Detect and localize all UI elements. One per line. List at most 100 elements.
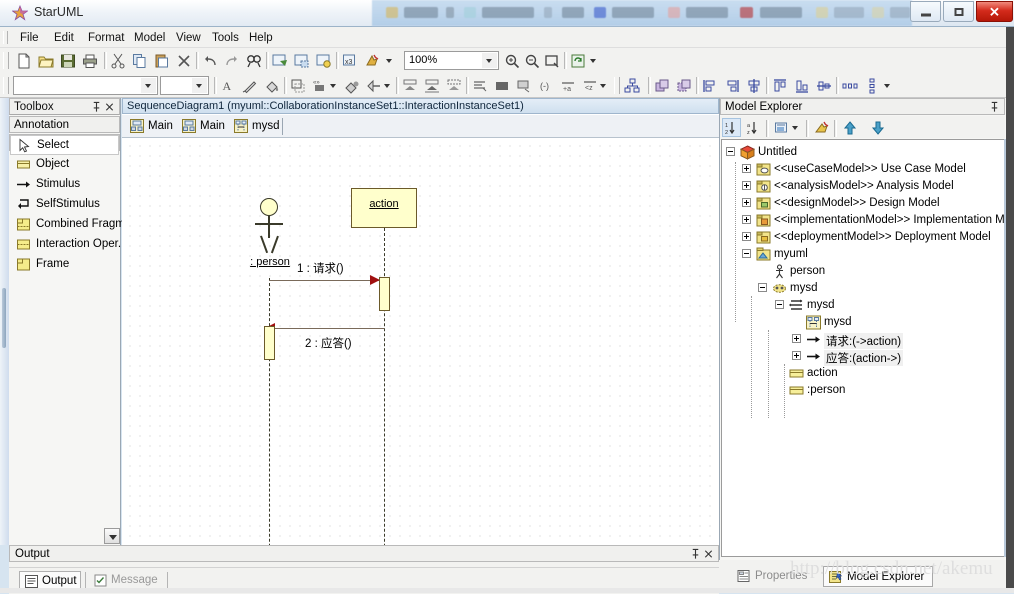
filter-icon[interactable] xyxy=(812,118,831,137)
toolbox-item-interaction-operand[interactable]: Interaction Oper... xyxy=(10,235,127,255)
toolbar2-grip[interactable] xyxy=(3,77,9,94)
font-color-icon[interactable]: A xyxy=(218,76,237,95)
fill-style-icon[interactable] xyxy=(342,76,361,95)
expander-minus-icon[interactable] xyxy=(742,249,751,258)
refresh-icon[interactable] xyxy=(568,51,587,70)
pin-icon[interactable] xyxy=(91,101,102,113)
suppress-operations-icon[interactable] xyxy=(514,76,533,95)
view-options-dropdown-icon[interactable] xyxy=(792,124,799,131)
toolbox-item-stimulus[interactable]: Stimulus xyxy=(10,175,119,195)
activation-person[interactable] xyxy=(264,326,275,360)
sort-alpha-icon[interactable]: az xyxy=(744,118,763,137)
suppress-attributes-icon[interactable] xyxy=(492,76,511,95)
expander-minus-icon[interactable] xyxy=(758,283,767,292)
show-property-icon[interactable]: +a xyxy=(558,76,577,95)
add-view-icon[interactable] xyxy=(314,51,333,70)
tab-properties[interactable]: Properties xyxy=(732,566,820,587)
group-icon[interactable] xyxy=(652,76,671,95)
hierarchy-icon[interactable] xyxy=(622,76,641,95)
zoom-dropdown-arrow[interactable] xyxy=(482,53,497,68)
toolbox-item-selfstimulus[interactable]: SelfStimulus xyxy=(10,195,119,215)
save-icon[interactable] xyxy=(58,51,77,70)
move-down-icon[interactable] xyxy=(868,118,887,137)
align-center-icon[interactable] xyxy=(744,76,763,95)
validate-icon[interactable] xyxy=(362,51,381,70)
pin-icon[interactable] xyxy=(989,101,1000,113)
maximize-button[interactable] xyxy=(943,1,974,22)
expander-plus-icon[interactable] xyxy=(742,215,751,224)
open-folder-icon[interactable] xyxy=(36,51,55,70)
dock-grip[interactable] xyxy=(2,288,6,348)
expander-plus-icon[interactable] xyxy=(742,232,751,241)
move-up-icon[interactable] xyxy=(840,118,859,137)
space-dropdown-icon[interactable] xyxy=(884,82,891,89)
find-icon[interactable] xyxy=(244,51,263,70)
show-options-dropdown-icon[interactable] xyxy=(600,82,607,89)
lifeline-person[interactable] xyxy=(269,278,270,545)
show-type-icon[interactable]: <z xyxy=(580,76,599,95)
menu-model[interactable]: Model xyxy=(128,30,171,46)
delete-icon[interactable] xyxy=(174,51,193,70)
expander-minus-icon[interactable] xyxy=(726,147,735,156)
broken-link-icon[interactable]: x3 xyxy=(340,51,359,70)
sort-numeric-icon[interactable]: 12 xyxy=(722,118,741,137)
refresh-dropdown-icon[interactable] xyxy=(590,57,597,64)
shadow-icon[interactable] xyxy=(288,76,307,95)
stereotype-dropdown-icon[interactable] xyxy=(330,82,337,89)
close-icon[interactable] xyxy=(703,548,714,560)
fill-color-icon[interactable] xyxy=(262,76,281,95)
auto-resize-icon[interactable] xyxy=(470,76,489,95)
undo-icon[interactable] xyxy=(200,51,219,70)
copy-icon[interactable] xyxy=(130,51,149,70)
model-tree[interactable]: Untitled <<useCaseModel>> Use Case Model xyxy=(721,139,1005,557)
message-1-line[interactable] xyxy=(269,280,379,281)
close-button[interactable]: ✕ xyxy=(976,1,1013,22)
menu-edit[interactable]: Edit xyxy=(48,30,80,46)
message-2-line[interactable] xyxy=(274,328,384,329)
toolbar2-grip2[interactable] xyxy=(614,77,620,94)
align-front-icon[interactable] xyxy=(400,76,419,95)
add-model-icon[interactable] xyxy=(292,51,311,70)
ungroup-icon[interactable] xyxy=(674,76,693,95)
add-diagram-icon[interactable] xyxy=(270,51,289,70)
expander-plus-icon[interactable] xyxy=(742,198,751,207)
menu-format[interactable]: Format xyxy=(82,30,130,46)
line-color-icon[interactable] xyxy=(240,76,259,95)
toolbox-item-combined-fragment[interactable]: Combined Fragm... xyxy=(10,215,134,235)
align-send-icon[interactable] xyxy=(422,76,441,95)
line-style-dropdown-icon[interactable] xyxy=(384,82,391,89)
expander-plus-icon[interactable] xyxy=(742,181,751,190)
toolbox-group-annotation[interactable]: Annotation xyxy=(9,116,120,133)
validate-dropdown-icon[interactable] xyxy=(386,57,393,64)
font-size-dropdown-arrow[interactable] xyxy=(192,78,207,93)
menubar-grip[interactable] xyxy=(3,31,8,44)
view-options-icon[interactable] xyxy=(772,118,791,137)
toolbox-item-frame[interactable]: Frame xyxy=(10,255,119,275)
lifeline-action[interactable] xyxy=(384,228,385,545)
tab-model-explorer[interactable]: Model Explorer xyxy=(823,566,933,587)
menu-help[interactable]: Help xyxy=(243,30,279,46)
diagram-canvas[interactable]: : person action 1 : 请求() 2 : 应答() xyxy=(122,138,719,545)
paste-icon[interactable] xyxy=(152,51,171,70)
show-visibility-icon[interactable]: (-) xyxy=(536,76,555,95)
align-middle-icon[interactable] xyxy=(814,76,833,95)
toolbar1-grip[interactable] xyxy=(3,52,9,69)
close-icon[interactable] xyxy=(104,101,115,113)
zoom-in-icon[interactable] xyxy=(502,51,521,70)
new-file-icon[interactable] xyxy=(14,51,33,70)
space-vertical-icon[interactable] xyxy=(862,76,881,95)
menu-view[interactable]: View xyxy=(170,30,207,46)
zoom-out-icon[interactable] xyxy=(522,51,541,70)
font-family-dropdown-arrow[interactable] xyxy=(141,78,156,93)
font-size-combo[interactable] xyxy=(160,76,209,95)
align-bottom-icon[interactable] xyxy=(792,76,811,95)
line-style-icon[interactable] xyxy=(364,76,383,95)
scroll-down-icon[interactable] xyxy=(104,528,120,544)
align-left-icon[interactable] xyxy=(700,76,719,95)
print-icon[interactable] xyxy=(80,51,99,70)
expander-plus-icon[interactable] xyxy=(792,334,801,343)
cut-icon[interactable] xyxy=(108,51,127,70)
object-action[interactable]: action xyxy=(351,188,417,228)
expander-plus-icon[interactable] xyxy=(792,351,801,360)
pin-icon[interactable] xyxy=(690,548,701,560)
